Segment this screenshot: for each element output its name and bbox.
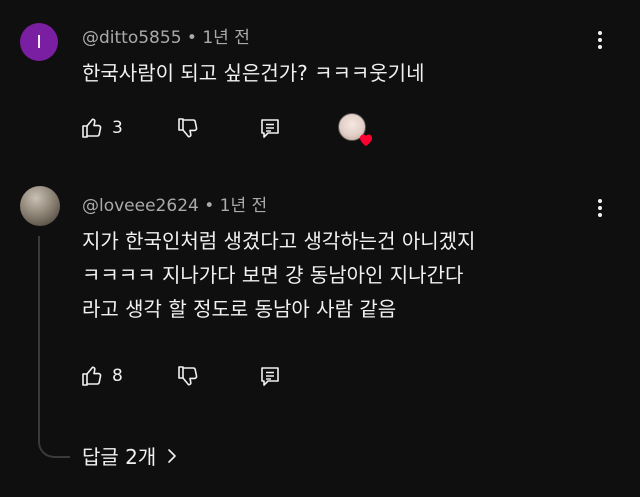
thumbs-up-icon <box>82 366 102 386</box>
chevron-right-icon <box>168 448 177 463</box>
more-vert-icon[interactable] <box>588 196 612 220</box>
comment-text-line: ㅋㅋㅋㅋ 지나가다 보면 걍 동남아인 지나간다 <box>82 263 464 287</box>
timestamp: 1년 전 <box>202 28 250 48</box>
creator-heart-badge <box>338 113 373 147</box>
like-button[interactable]: 3 <box>80 116 123 140</box>
reply-icon <box>261 119 279 138</box>
heart-icon <box>359 134 373 147</box>
comment-text-line: 지가 한국인처럼 생겼다고 생각하는건 아니겠지 <box>82 229 476 253</box>
comment-text-line: 한국사람이 되고 싶은건가? ㅋㅋㅋ웃기네 <box>82 61 425 85</box>
comment-text-line: 라고 생각 할 정도로 동남아 사람 같음 <box>82 297 397 321</box>
like-button[interactable]: 8 <box>80 364 123 388</box>
author-handle[interactable]: @loveee2624 <box>82 196 199 216</box>
author-handle[interactable]: @ditto5855 <box>82 28 182 48</box>
reply-thread-connector <box>38 236 70 458</box>
avatar[interactable] <box>20 186 60 226</box>
reply-icon <box>261 367 279 386</box>
comment-meta: @ditto5855 • 1년 전 <box>82 23 250 48</box>
dislike-button[interactable] <box>176 116 200 140</box>
comment-meta: @loveee2624 • 1년 전 <box>82 191 267 216</box>
meta-separator: • <box>204 196 220 216</box>
thumbs-down-icon <box>178 366 198 386</box>
thumbs-up-icon <box>82 118 102 138</box>
reply-button[interactable] <box>258 364 282 388</box>
thumbs-down-icon <box>178 118 198 138</box>
more-vert-icon[interactable] <box>588 28 612 52</box>
view-replies-button[interactable]: 답글 2개 <box>82 441 178 470</box>
dislike-button[interactable] <box>176 364 200 388</box>
replies-label: 답글 2개 <box>82 445 157 469</box>
timestamp: 1년 전 <box>219 196 268 216</box>
like-count: 3 <box>112 118 123 138</box>
reply-button[interactable] <box>258 116 282 140</box>
comment-text: 한국사람이 되고 싶은건가? ㅋㅋㅋ웃기네 <box>82 56 425 90</box>
like-count: 8 <box>112 366 123 386</box>
comment-text: 지가 한국인처럼 생겼다고 생각하는건 아니겠지 ㅋㅋㅋㅋ 지나가다 보면 걍 … <box>82 224 475 326</box>
avatar[interactable]: I <box>20 23 58 61</box>
meta-separator: • <box>186 28 203 48</box>
